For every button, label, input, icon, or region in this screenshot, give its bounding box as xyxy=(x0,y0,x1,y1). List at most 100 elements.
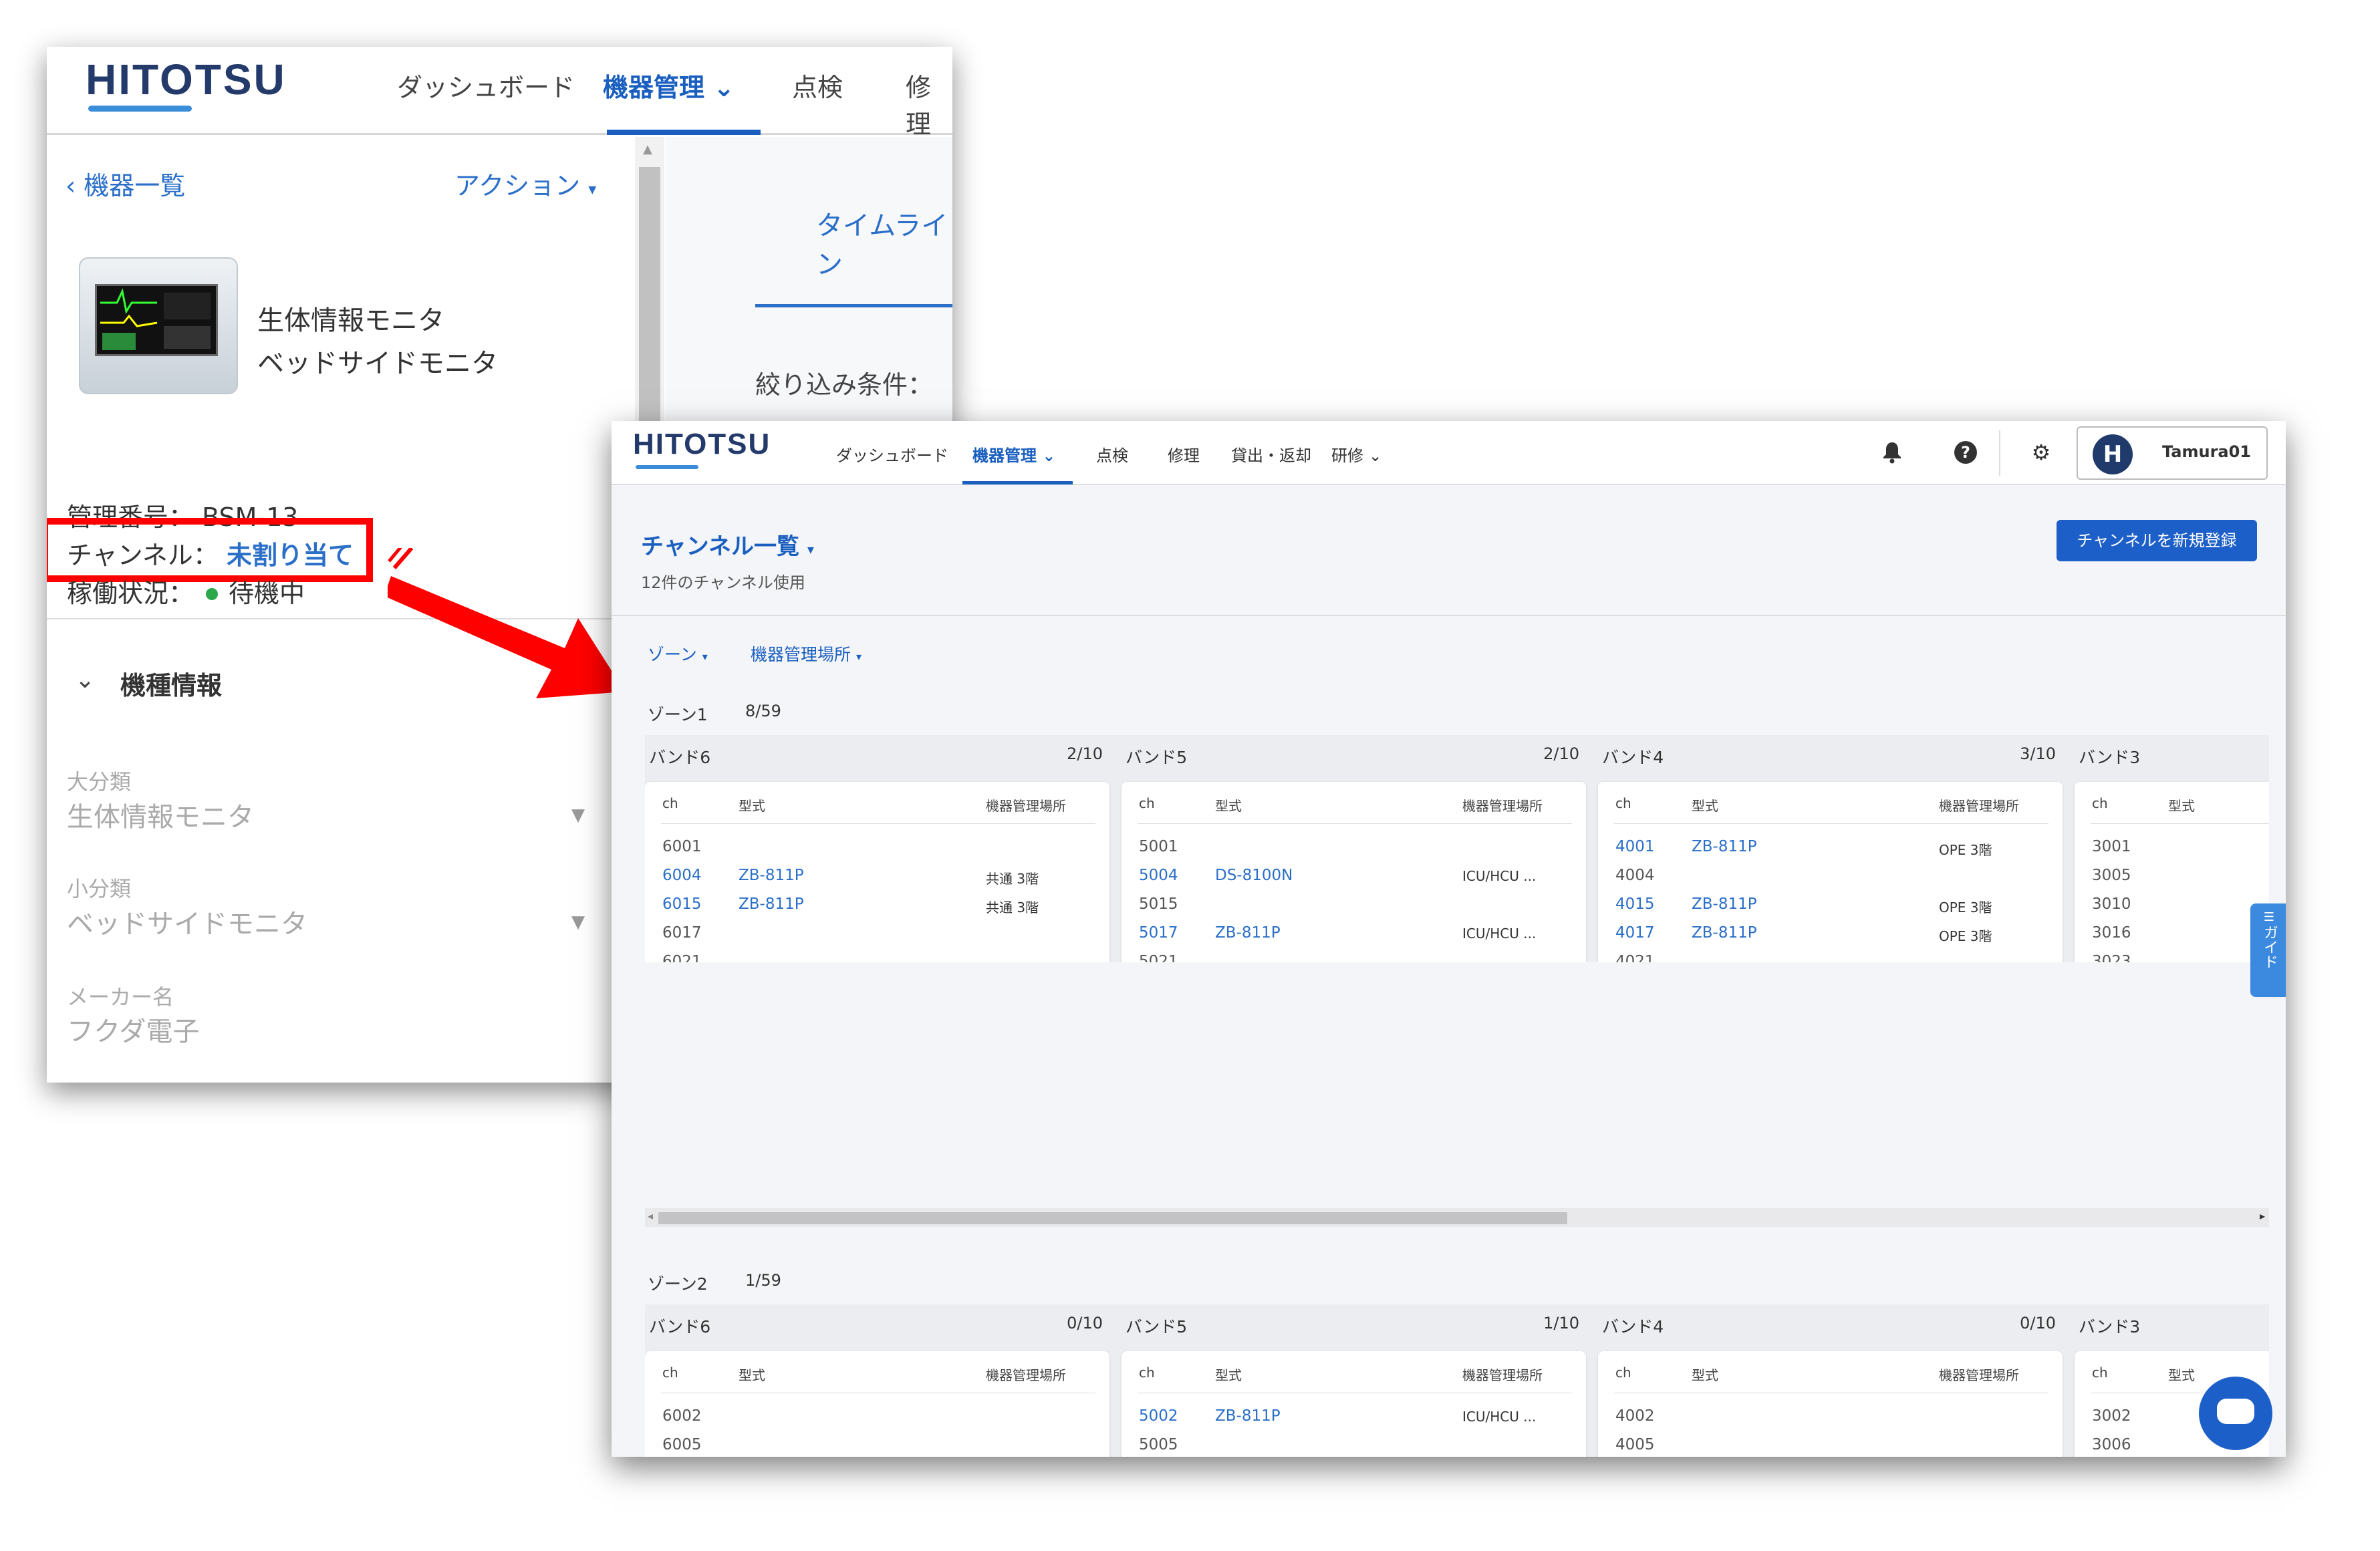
column-header-ch[interactable]: ch xyxy=(2092,795,2108,811)
nav-equipment[interactable]: 機器管理 ⌄ xyxy=(972,442,1055,466)
channel-number[interactable]: 6004 xyxy=(662,867,702,884)
channel-number[interactable]: 3002 xyxy=(2092,1407,2131,1425)
channel-number[interactable]: 5002 xyxy=(1139,1407,1178,1425)
channel-number[interactable]: 6002 xyxy=(662,1407,702,1425)
page-title[interactable]: チャンネル一覧 ▾ xyxy=(641,528,814,561)
channel-number[interactable]: 4001 xyxy=(1615,838,1655,855)
zone-filter[interactable]: ゾーン ▾ xyxy=(648,642,708,666)
channel-number[interactable]: 4017 xyxy=(1615,924,1655,942)
column-header-model[interactable]: 型式 xyxy=(739,1365,765,1384)
action-menu[interactable]: アクション ▾ xyxy=(454,165,596,202)
location-filter[interactable]: 機器管理場所 ▾ xyxy=(751,642,862,666)
nav-equipment[interactable]: 機器管理 ⌄ xyxy=(603,67,735,104)
scroll-right-arrow[interactable]: ▸ xyxy=(2260,1210,2265,1222)
channel-number[interactable]: 6021 xyxy=(662,953,702,962)
location-filter-label: 機器管理場所 xyxy=(751,645,851,664)
field-value-minor[interactable]: ベッドサイドモニタ xyxy=(67,902,307,941)
column-header-ch[interactable]: ch xyxy=(2092,1365,2108,1381)
device-model-link[interactable]: ZB-811P xyxy=(1692,924,1757,942)
user-menu[interactable]: H Tamura01 xyxy=(2077,426,2268,480)
section-title[interactable]: 機種情報 xyxy=(120,665,222,702)
device-model-link[interactable]: ZB-811P xyxy=(1215,1407,1281,1425)
channel-number[interactable]: 5001 xyxy=(1139,838,1178,855)
column-header-model[interactable]: 型式 xyxy=(1692,795,1718,815)
scroll-left-arrow[interactable]: ◂ xyxy=(648,1210,653,1222)
band-column: バンド5 1/10 ch 型式 機器管理場所 5002 ZB-811P ICU/HCU ...… xyxy=(1121,1304,1586,1457)
column-header-model[interactable]: 型式 xyxy=(1692,1365,1718,1384)
channel-number[interactable]: 6015 xyxy=(662,895,702,913)
channel-number[interactable]: 3005 xyxy=(2092,867,2131,884)
column-header-model[interactable]: 型式 xyxy=(2168,795,2195,815)
column-header-ch[interactable]: ch xyxy=(1615,795,1631,811)
channel-number[interactable]: 4002 xyxy=(1615,1407,1655,1425)
column-header-location[interactable]: 機器管理場所 xyxy=(986,1365,1066,1384)
channel-number[interactable]: 6001 xyxy=(662,838,702,855)
gear-icon[interactable]: ⚙ xyxy=(2026,437,2057,468)
channel-number[interactable]: 3010 xyxy=(2092,895,2131,913)
channel-number[interactable]: 6005 xyxy=(662,1436,702,1453)
channel-number[interactable]: 5005 xyxy=(1139,1436,1178,1453)
header-divider xyxy=(661,823,1095,824)
nav-inspection[interactable]: 点検 xyxy=(792,67,843,104)
tab-timeline[interactable]: タイムライン xyxy=(816,204,952,281)
device-model-link[interactable]: ZB-811P xyxy=(739,895,804,913)
band-title: バンド3 xyxy=(2079,1317,2141,1336)
device-model-link[interactable]: ZB-811P xyxy=(1692,838,1757,855)
top-header: HITOTSU ダッシュボード 機器管理 ⌄ 点検 修理 貸出・返却 研修 ⌄ … xyxy=(612,421,2286,485)
nav-training[interactable]: 研修 ⌄ xyxy=(1331,442,1382,466)
column-header-location[interactable]: 機器管理場所 xyxy=(1462,795,1543,815)
column-header-ch[interactable]: ch xyxy=(1615,1365,1631,1381)
channel-number[interactable]: 3001 xyxy=(2092,838,2131,855)
column-header-location[interactable]: 機器管理場所 xyxy=(1939,795,2019,815)
column-header-model[interactable]: 型式 xyxy=(2168,1365,2195,1384)
channel-number[interactable]: 3023 xyxy=(2092,953,2131,962)
nav-lending[interactable]: 貸出・返却 xyxy=(1231,442,1311,466)
column-header-location[interactable]: 機器管理場所 xyxy=(1939,1365,2019,1384)
nav-repair[interactable]: 修理 xyxy=(1168,442,1200,466)
channel-number[interactable]: 3016 xyxy=(2092,924,2131,942)
channel-number[interactable]: 5015 xyxy=(1139,895,1178,913)
guide-tab[interactable]: ☰ ガイド xyxy=(2250,903,2286,997)
field-value-major[interactable]: 生体情報モニタ xyxy=(67,795,254,834)
horizontal-scrollbar[interactable]: ◂ ▸ xyxy=(645,1208,2269,1227)
channel-number[interactable]: 3006 xyxy=(2092,1436,2131,1453)
chevron-down-icon[interactable]: ⌄ xyxy=(75,666,95,694)
column-header-model[interactable]: 型式 xyxy=(1215,1365,1242,1384)
channel-number[interactable]: 6017 xyxy=(662,924,702,942)
device-model-link[interactable]: ZB-811P xyxy=(1692,895,1757,913)
help-icon[interactable]: ? xyxy=(1950,437,1981,468)
column-header-model[interactable]: 型式 xyxy=(1215,795,1242,815)
column-header-model[interactable]: 型式 xyxy=(739,795,765,815)
scrollbar-thumb[interactable] xyxy=(658,1212,1567,1224)
column-header-ch[interactable]: ch xyxy=(1139,795,1155,811)
channel-number[interactable]: 5004 xyxy=(1139,867,1178,884)
device-model-link[interactable]: DS-8100N xyxy=(1215,867,1293,884)
column-header-ch[interactable]: ch xyxy=(1139,1365,1155,1381)
scroll-up-arrow[interactable]: ▲ xyxy=(643,142,652,156)
device-model-link[interactable]: ZB-811P xyxy=(1215,924,1281,942)
nav-equipment-label: 機器管理 xyxy=(972,446,1037,465)
user-name: Tamura01 xyxy=(2162,442,2251,461)
channel-number[interactable]: 5021 xyxy=(1139,953,1178,962)
channel-number[interactable]: 5017 xyxy=(1139,924,1178,942)
new-channel-button[interactable]: チャンネルを新規登録 xyxy=(2057,520,2257,561)
nav-inspection[interactable]: 点検 xyxy=(1096,442,1128,466)
channel-number[interactable]: 4005 xyxy=(1615,1436,1655,1453)
nav-dashboard[interactable]: ダッシュボード xyxy=(836,442,948,466)
back-to-list-link[interactable]: ‹ 機器一覧 xyxy=(65,165,185,202)
column-header-location[interactable]: 機器管理場所 xyxy=(1462,1365,1543,1384)
nav-dashboard[interactable]: ダッシュボード xyxy=(397,67,575,104)
bell-icon[interactable] xyxy=(1877,437,1907,468)
band-column: バンド5 2/10 ch 型式 機器管理場所 5001 5004 DS-8100N ICU/HC… xyxy=(1121,735,1586,962)
column-header-ch[interactable]: ch xyxy=(662,795,678,811)
column-header-location[interactable]: 機器管理場所 xyxy=(986,795,1066,815)
column-header-ch[interactable]: ch xyxy=(662,1365,678,1381)
channel-number[interactable]: 4004 xyxy=(1615,867,1655,884)
channel-number[interactable]: 4021 xyxy=(1615,953,1655,962)
nav-repair[interactable]: 修理 xyxy=(906,67,952,140)
channel-number[interactable]: 4015 xyxy=(1615,895,1655,913)
chevron-down-icon: ⌄ xyxy=(1042,446,1056,465)
chat-button[interactable] xyxy=(2199,1377,2272,1450)
status-label: 稼働状況： xyxy=(67,579,194,608)
device-model-link[interactable]: ZB-811P xyxy=(739,867,804,884)
